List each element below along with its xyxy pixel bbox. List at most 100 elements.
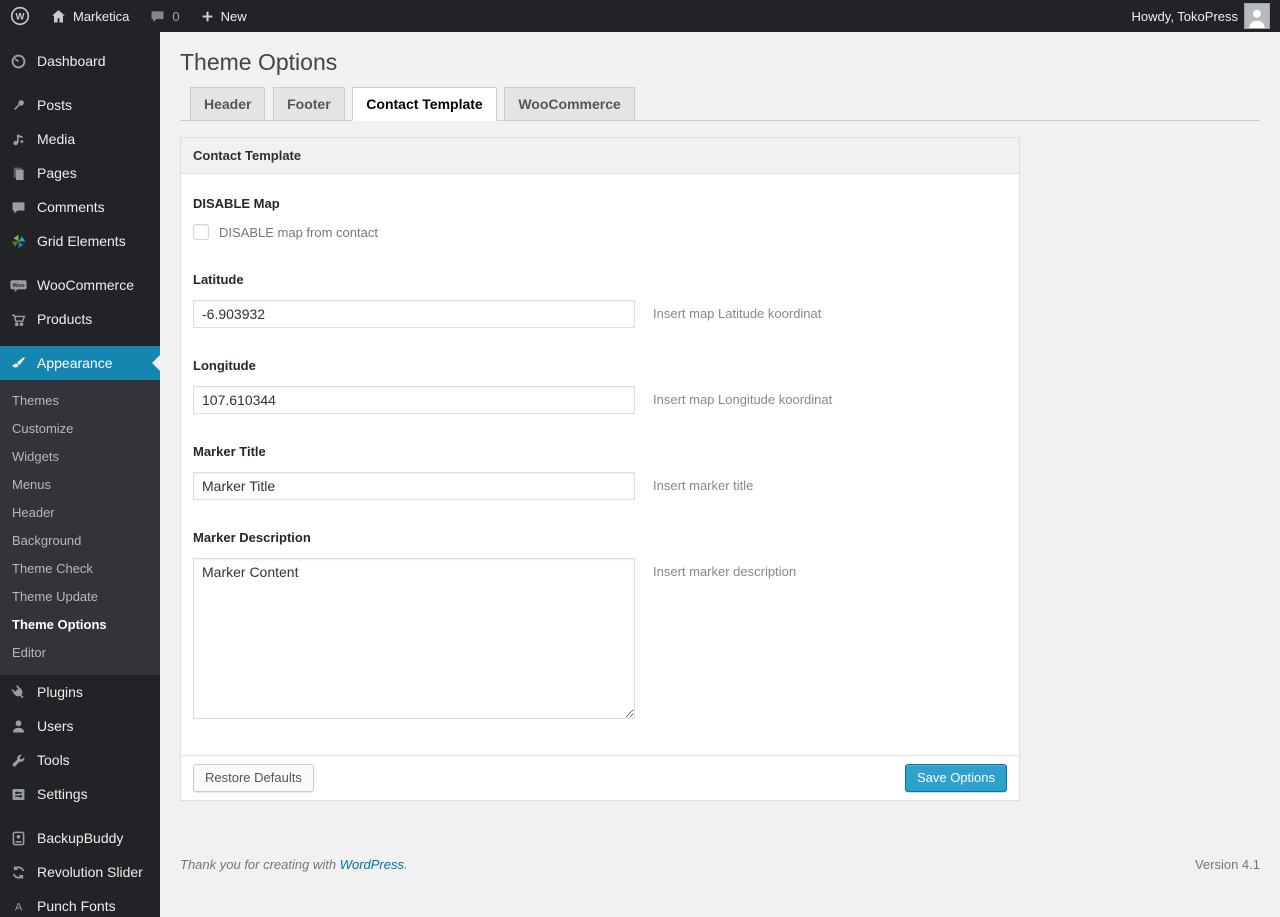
brush-icon — [8, 355, 28, 372]
new-label: New — [220, 8, 247, 24]
settings-icon — [8, 786, 28, 803]
sidebar-item-plugins[interactable]: Plugins — [0, 675, 160, 709]
letter-a-icon: A — [8, 898, 28, 915]
sidebar-item-label: Products — [37, 311, 93, 327]
sidebar-item-media[interactable]: Media — [0, 122, 160, 156]
sidebar-item-woocommerce[interactable]: Woo WooCommerce — [0, 268, 160, 302]
tab-header[interactable]: Header — [190, 87, 266, 120]
tab-woocommerce[interactable]: WooCommerce — [504, 87, 635, 120]
sidebar-item-label: WooCommerce — [37, 277, 134, 293]
sidebar-item-label: Revolution Slider — [37, 864, 143, 880]
pin-icon — [8, 97, 28, 114]
submenu-item-customize[interactable]: Customize — [0, 415, 160, 443]
sidebar-item-revolution-slider[interactable]: Revolution Slider — [0, 855, 160, 889]
sidebar-item-label: Punch Fonts — [37, 898, 116, 914]
sidebar-item-label: Grid Elements — [37, 233, 126, 249]
svg-text:W: W — [16, 12, 25, 23]
sidebar-item-label: Posts — [37, 97, 73, 113]
submenu-item-header[interactable]: Header — [0, 499, 160, 527]
submenu-item-theme-options[interactable]: Theme Options — [0, 611, 160, 639]
backup-drive-icon — [8, 830, 28, 847]
page-title: Theme Options — [180, 49, 338, 75]
wrench-icon — [8, 752, 28, 769]
longitude-input[interactable] — [193, 386, 635, 414]
sidebar-item-tools[interactable]: Tools — [0, 743, 160, 777]
woo-badge-icon: Woo — [8, 276, 28, 295]
marker-description-textarea[interactable]: Marker Content — [193, 558, 635, 719]
comment-bubble-icon — [149, 8, 166, 25]
cart-icon — [8, 311, 28, 328]
sidebar-item-punch-fonts[interactable]: A Punch Fonts — [0, 889, 160, 917]
comment-count: 0 — [172, 8, 180, 24]
disable-map-checkbox[interactable] — [193, 224, 209, 240]
svg-text:A: A — [14, 901, 22, 913]
submenu-item-widgets[interactable]: Widgets — [0, 443, 160, 471]
sidebar-item-pages[interactable]: Pages — [0, 156, 160, 190]
submenu-item-background[interactable]: Background — [0, 527, 160, 555]
tab-contact-template[interactable]: Contact Template — [352, 87, 497, 121]
sidebar-item-label: Comments — [37, 199, 105, 215]
save-options-button[interactable]: Save Options — [904, 764, 1007, 792]
sidebar-item-label: Users — [37, 718, 74, 734]
sidebar-item-label: Plugins — [37, 684, 83, 700]
site-name: Marketica — [73, 8, 130, 24]
sidebar-item-grid-elements[interactable]: Grid Elements — [0, 224, 160, 258]
longitude-hint: Insert map Longitude koordinat — [653, 392, 833, 407]
sidebar-item-label: BackupBuddy — [37, 830, 124, 846]
plus-icon — [200, 9, 215, 24]
latitude-hint: Insert map Latitude koordinat — [653, 306, 822, 321]
sidebar-item-label: Media — [37, 131, 76, 147]
sidebar-item-appearance[interactable]: Appearance — [0, 346, 160, 380]
marker-title-label: Marker Title — [193, 444, 266, 459]
admin-bar: W Marketica 0 New Howdy, TokoPress — [0, 0, 1280, 32]
wordpress-link[interactable]: WordPress — [340, 857, 404, 872]
version-text: Version 4.1 — [1194, 857, 1260, 872]
sidebar-item-comments[interactable]: Comments — [0, 190, 160, 224]
sidebar-item-label: Settings — [37, 786, 88, 802]
user-icon — [8, 718, 28, 735]
marker-title-hint: Insert marker title — [653, 478, 754, 493]
avatar — [1244, 3, 1270, 29]
latitude-label: Latitude — [193, 272, 244, 287]
sidebar-item-label: Dashboard — [37, 53, 106, 69]
media-note-icon — [8, 131, 28, 148]
marker-description-label: Marker Description — [193, 530, 311, 545]
marker-title-input[interactable] — [193, 472, 635, 500]
admin-sidebar: Dashboard Posts Media Pages Comments Gri… — [0, 32, 160, 917]
sidebar-item-dashboard[interactable]: Dashboard — [0, 44, 160, 78]
submenu-item-menus[interactable]: Menus — [0, 471, 160, 499]
plug-icon — [8, 684, 28, 701]
sidebar-item-products[interactable]: Products — [0, 302, 160, 336]
wordpress-logo-button[interactable]: W — [0, 0, 40, 32]
pages-icon — [8, 165, 28, 182]
submenu-item-themes[interactable]: Themes — [0, 387, 160, 415]
restore-defaults-button[interactable]: Restore Defaults — [193, 764, 314, 792]
home-icon — [50, 8, 67, 25]
comments-icon — [8, 199, 28, 216]
submenu-item-theme-update[interactable]: Theme Update — [0, 583, 160, 611]
comments-shortcut[interactable]: 0 — [139, 0, 189, 32]
site-name-link[interactable]: Marketica — [40, 0, 139, 32]
sidebar-item-backupbuddy[interactable]: BackupBuddy — [0, 821, 160, 855]
howdy-text: Howdy, TokoPress — [1131, 8, 1238, 24]
submenu-item-editor[interactable]: Editor — [0, 639, 160, 667]
sidebar-item-label: Tools — [37, 752, 70, 768]
tab-footer[interactable]: Footer — [273, 87, 345, 120]
contact-template-panel: Contact Template DISABLE Map DISABLE map… — [180, 137, 1020, 801]
rotate-arrows-icon — [8, 864, 28, 881]
sidebar-item-users[interactable]: Users — [0, 709, 160, 743]
new-content-button[interactable]: New — [190, 0, 257, 32]
panel-title: Contact Template — [181, 138, 1019, 174]
dashboard-gauge-icon — [8, 53, 28, 70]
latitude-input[interactable] — [193, 300, 635, 328]
sidebar-item-posts[interactable]: Posts — [0, 88, 160, 122]
disable-map-label: DISABLE Map — [193, 196, 280, 211]
sidebar-item-label: Appearance — [37, 355, 113, 371]
sidebar-item-label: Pages — [37, 165, 77, 181]
sidebar-item-settings[interactable]: Settings — [0, 777, 160, 811]
account-menu[interactable]: Howdy, TokoPress — [1122, 0, 1280, 32]
grid-elements-icon — [8, 233, 28, 250]
footer-thanks: Thank you for creating with WordPress. — [180, 857, 408, 872]
marker-description-hint: Insert marker description — [653, 564, 797, 579]
submenu-item-theme-check[interactable]: Theme Check — [0, 555, 160, 583]
